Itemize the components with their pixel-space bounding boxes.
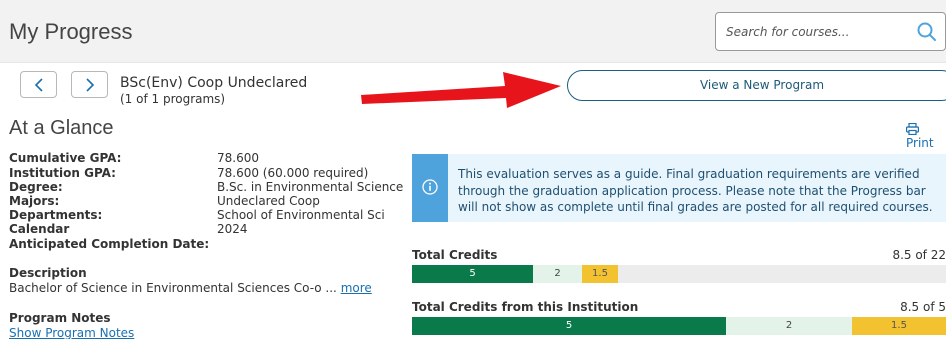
print-link[interactable]: Print xyxy=(906,122,946,150)
search-box[interactable] xyxy=(715,12,946,51)
top-bar: My Progress xyxy=(0,0,946,63)
printer-icon xyxy=(906,122,920,136)
cumulative-gpa-value: 78.600 xyxy=(217,151,259,165)
progress-planned-segment: 1.5 xyxy=(582,265,618,283)
progress-completed-segment: 5 xyxy=(412,317,726,335)
calendar-label: Calendar xyxy=(9,222,70,236)
program-notes-row: Show Program Notes xyxy=(9,326,134,339)
institution-credits-label: Total Credits from this Institution xyxy=(412,300,639,314)
program-count: (1 of 1 programs) xyxy=(120,92,226,106)
calendar-value: 2024 xyxy=(217,222,248,236)
anticipated-completion-label: Anticipated Completion Date: xyxy=(9,237,210,251)
description-more-link[interactable]: more xyxy=(341,281,372,295)
chevron-left-icon xyxy=(34,78,43,92)
institution-gpa-value: 78.600 (60.000 required) xyxy=(217,166,369,180)
previous-program-button[interactable] xyxy=(20,71,57,98)
show-program-notes-link[interactable]: Show Program Notes xyxy=(9,326,134,339)
program-name: BSc(Env) Coop Undeclared xyxy=(120,75,308,91)
degree-value: B.Sc. in Environmental Science xyxy=(217,180,404,194)
majors-value: Undeclared Coop xyxy=(217,194,320,208)
total-credits-progress-bar: 5 2 1.5 xyxy=(412,265,946,283)
departments-value: School of Environmental Sci xyxy=(217,208,385,222)
cumulative-gpa-label: Cumulative GPA: xyxy=(9,151,122,165)
next-program-button[interactable] xyxy=(71,71,108,98)
chevron-right-icon xyxy=(86,78,95,92)
description-text: Bachelor of Science in Environmental Sci… xyxy=(9,281,337,295)
notice-text: This evaluation serves as a guide. Final… xyxy=(458,167,933,214)
search-input[interactable] xyxy=(726,22,906,42)
total-credits-summary: 8.5 of 22 xyxy=(892,248,946,262)
institution-credits-summary: 8.5 of 5 xyxy=(900,300,946,314)
print-label[interactable]: Print xyxy=(906,136,934,150)
annotation-arrow-icon xyxy=(361,72,561,108)
page-title: My Progress xyxy=(9,19,133,44)
majors-label: Majors: xyxy=(9,194,60,208)
progress-planned-segment: 1.5 xyxy=(852,317,946,335)
degree-label: Degree: xyxy=(9,180,63,194)
total-credits-label: Total Credits xyxy=(412,248,498,262)
at-a-glance-heading: At a Glance xyxy=(9,117,114,139)
progress-in-progress-segment: 2 xyxy=(726,317,852,335)
departments-label: Departments: xyxy=(9,208,103,222)
evaluation-notice: This evaluation serves as a guide. Final… xyxy=(412,154,946,222)
view-new-program-button[interactable]: View a New Program xyxy=(567,70,946,101)
progress-completed-segment: 5 xyxy=(412,265,533,283)
institution-credits-progress-bar: 5 2 1.5 xyxy=(412,317,946,335)
notice-icon-bar xyxy=(412,154,448,222)
search-icon[interactable] xyxy=(916,21,938,43)
institution-gpa-label: Institution GPA: xyxy=(9,166,116,180)
program-notes-heading: Program Notes xyxy=(9,311,111,325)
progress-in-progress-segment: 2 xyxy=(533,265,582,283)
description-heading: Description xyxy=(9,266,87,280)
info-icon xyxy=(422,179,438,195)
description-text-row: Bachelor of Science in Environmental Sci… xyxy=(9,281,372,295)
